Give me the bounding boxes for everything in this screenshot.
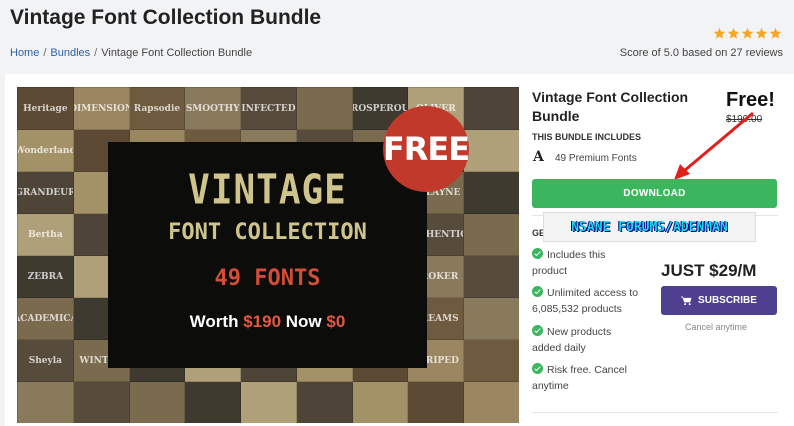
- page-title: Vintage Font Collection Bundle: [10, 6, 322, 29]
- font-count: 49 Premium Fonts: [555, 153, 637, 164]
- font-tile: [463, 339, 519, 382]
- font-tile: [295, 87, 353, 130]
- font-tile: [240, 381, 297, 423]
- font-tile-label: ACADEMICA: [18, 313, 73, 324]
- hero-image[interactable]: STRIPEDWIDE SALOONBEARDOdineliaMOSCHUTEW…: [17, 87, 519, 423]
- feature-text: Includes this: [547, 249, 606, 261]
- feature-item: New products added daily: [532, 324, 650, 356]
- hero-worth-label: Worth: [189, 312, 239, 331]
- font-icon: A: [533, 149, 544, 165]
- font-tile-label: INFECTED: [241, 103, 296, 114]
- breadcrumb-home[interactable]: Home: [10, 47, 39, 59]
- hero-line-collection: FONT COLLECTION: [168, 220, 367, 245]
- star-icon: [713, 27, 726, 39]
- font-tile-label: Rapsodie: [133, 103, 181, 114]
- free-badge: FREE: [383, 106, 470, 192]
- star-icon: [755, 27, 768, 39]
- breadcrumb-separator: /: [94, 47, 98, 59]
- font-tile: Sheyla: [17, 339, 74, 382]
- font-tile: [407, 381, 465, 423]
- subscription-price: JUST $29/M: [661, 261, 757, 280]
- font-tile: [128, 381, 186, 423]
- font-tile-label: Sheyla: [28, 355, 62, 366]
- divider: [532, 412, 778, 413]
- feature-text: product: [532, 265, 568, 277]
- font-tile: [463, 213, 519, 256]
- font-tile: DIMENSION: [72, 87, 130, 130]
- font-tile-label: DIMENSION: [74, 103, 129, 114]
- font-tile: Rapsodie: [128, 87, 186, 130]
- font-tile: INFECTED: [240, 87, 297, 130]
- font-tile-label: Wonderland: [17, 145, 74, 156]
- font-tile-label: PROSPEROUS: [353, 103, 408, 114]
- feature-text: anytime: [532, 380, 569, 392]
- hero-worth-line: Worth $190 Now $0: [108, 312, 427, 332]
- font-tile: [463, 255, 519, 298]
- font-tile: Heritage: [17, 87, 74, 130]
- feature-item: Unlimited access to 6,085,532 products: [532, 285, 650, 317]
- feature-text: Risk free. Cancel: [547, 364, 627, 376]
- feature-text: Unlimited access to: [547, 287, 639, 299]
- breadcrumb: Home / Bundles / Vintage Font Collection Bun…: [10, 47, 252, 59]
- hero-now-label: Now: [285, 312, 322, 331]
- feature-text: added daily: [532, 342, 586, 354]
- subscribe-label: SUBSCRIBE: [698, 295, 757, 306]
- check-icon: [532, 363, 543, 374]
- red-arrow-icon: [674, 111, 754, 180]
- hero-now-value: $0: [326, 312, 346, 331]
- breadcrumb-bundles[interactable]: Bundles: [50, 47, 90, 59]
- font-tile: [184, 381, 242, 423]
- font-tile: ACADEMICA: [17, 297, 74, 340]
- font-tile-label: Heritage: [23, 103, 68, 114]
- check-icon: [532, 286, 543, 297]
- hero-title-box: VINTAGE FONT COLLECTION 49 FONTS Worth $…: [108, 142, 427, 368]
- feature-text: New products: [547, 326, 612, 338]
- breadcrumb-current: Vintage Font Collection Bundle: [101, 47, 253, 59]
- feature-item: Includes this product: [532, 247, 650, 279]
- font-tile: [463, 171, 519, 214]
- font-tile: [295, 381, 353, 423]
- star-icon: [769, 27, 782, 39]
- font-tile: [463, 297, 519, 340]
- font-tile: [17, 381, 74, 423]
- font-tile-label: SMOOTHY: [185, 103, 240, 114]
- star-icon: [741, 27, 754, 39]
- check-icon: [532, 248, 543, 259]
- font-tile: [463, 87, 519, 130]
- rating-score: Score of 5.0 based on 27 reviews: [619, 47, 783, 59]
- font-tile: [463, 129, 519, 172]
- font-tile: [463, 381, 519, 423]
- download-button[interactable]: DOWNLOAD: [532, 179, 777, 208]
- breadcrumb-separator: /: [43, 47, 47, 59]
- font-tile: SMOOTHY: [184, 87, 242, 130]
- feature-item: Risk free. Cancel anytime: [532, 362, 650, 394]
- bundle-includes-label: THIS BUNDLE INCLUDES: [532, 132, 642, 142]
- rating-stars: [713, 27, 782, 40]
- cart-icon: [681, 295, 692, 305]
- font-tile: [72, 381, 130, 423]
- feature-text: 6,085,532 products: [532, 303, 622, 315]
- font-tile: GRANDEUR: [17, 171, 74, 214]
- font-tile-label: Bertha: [28, 229, 63, 240]
- font-tile: Wonderland: [17, 129, 74, 172]
- check-icon: [532, 325, 543, 336]
- font-tile-label: ZEBRA: [27, 271, 64, 282]
- hero-line-vintage: VINTAGE: [188, 166, 347, 215]
- hero-worth-value: $190: [243, 312, 282, 331]
- watermark: NSANE FORUMS/ADENMAN: [543, 212, 756, 242]
- font-tile: ZEBRA: [17, 255, 74, 298]
- font-tile: Bertha: [17, 213, 74, 256]
- subscribe-button[interactable]: SUBSCRIBE: [661, 286, 777, 315]
- star-icon: [727, 27, 740, 39]
- font-tile-label: GRANDEUR: [17, 187, 74, 198]
- cancel-anytime-text: Cancel anytime: [685, 322, 748, 332]
- hero-font-count: 49 FONTS: [214, 266, 321, 291]
- font-tile: [351, 381, 409, 423]
